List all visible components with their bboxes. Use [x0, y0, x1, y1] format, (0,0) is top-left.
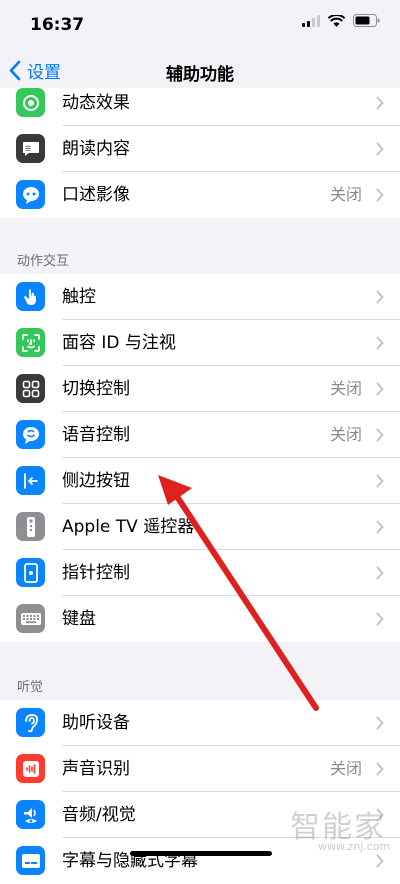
- chevron-right-icon: [376, 290, 384, 304]
- audio-visual-icon: [16, 800, 45, 829]
- audio-description-icon: [16, 180, 45, 209]
- row-pointer-control[interactable]: 指针控制: [0, 550, 400, 596]
- row-label: 口述影像: [62, 185, 130, 205]
- status-bar-overlay: 16:37: [0, 0, 400, 48]
- subtitles-icon: [16, 846, 45, 875]
- pointer-control-icon: [16, 558, 45, 587]
- side-button-icon: [16, 466, 45, 495]
- chevron-right-icon: [376, 142, 384, 156]
- row-label: 字幕与隐藏式字幕: [62, 851, 198, 871]
- row-label: 侧边按钮: [62, 471, 130, 491]
- row-keyboard[interactable]: 键盘: [0, 596, 400, 642]
- cellular-signal-icon: [302, 14, 320, 27]
- row-value: 关闭: [329, 759, 362, 778]
- chevron-right-icon: [376, 188, 384, 202]
- section-header-interaction: 动作交互: [17, 254, 70, 269]
- row-audio-description[interactable]: 口述影像 关闭: [0, 172, 400, 218]
- row-voice-control[interactable]: 语音控制 关闭: [0, 412, 400, 458]
- hand-touch-icon: [16, 282, 45, 311]
- row-label: 触控: [62, 287, 96, 307]
- row-apple-tv-remote[interactable]: Apple TV 遥控器: [0, 504, 400, 550]
- settings-group-general: 动态效果 ☰ 朗读内容 口述影像 关闭: [0, 80, 400, 218]
- battery-icon: [353, 14, 380, 27]
- face-id-icon: [16, 328, 45, 357]
- row-value: 关闭: [329, 379, 362, 398]
- row-label: 声音识别: [62, 759, 130, 779]
- chevron-right-icon: [376, 762, 384, 776]
- row-label: 指针控制: [62, 563, 130, 583]
- row-touch[interactable]: 触控: [0, 274, 400, 320]
- row-side-button[interactable]: 侧边按钮: [0, 458, 400, 504]
- row-sound-recognition[interactable]: 声音识别 关闭: [0, 746, 400, 792]
- navigation-bar-overlay: 设置 辅助功能: [0, 48, 400, 94]
- header-layer: 16:37 设置 辅助功能: [0, 0, 400, 94]
- row-value: 关闭: [329, 185, 362, 204]
- row-label: Apple TV 遥控器: [62, 517, 195, 537]
- settings-group-hearing: 助听设备 声音识别 关闭 音频/视觉 字幕与隐藏式字幕: [0, 700, 400, 884]
- row-label: 语音控制: [62, 425, 130, 445]
- ear-icon: [16, 708, 45, 737]
- sound-recognition-icon: [16, 754, 45, 783]
- settings-group-interaction: 触控 面容 ID 与注视 切换控制 关闭 语音控制 关闭 侧边按钮 Apple …: [0, 274, 400, 642]
- section-header-hearing: 听觉: [17, 680, 44, 695]
- chevron-right-icon: [376, 96, 384, 110]
- chevron-right-icon: [376, 474, 384, 488]
- svg-text:☰: ☰: [25, 145, 31, 153]
- wifi-icon: [328, 14, 345, 27]
- row-label: 切换控制: [62, 379, 130, 399]
- chevron-right-icon: [376, 716, 384, 730]
- row-switch-control[interactable]: 切换控制 关闭: [0, 366, 400, 412]
- switch-control-icon: [16, 374, 45, 403]
- chevron-right-icon: [376, 336, 384, 350]
- voice-control-icon: [16, 420, 45, 449]
- row-label: 助听设备: [62, 713, 130, 733]
- status-time: 16:37: [30, 15, 85, 35]
- remote-icon: [16, 512, 45, 541]
- chevron-right-icon: [376, 612, 384, 626]
- row-face-id[interactable]: 面容 ID 与注视: [0, 320, 400, 366]
- watermark-url: www.znj.com: [318, 840, 391, 853]
- row-value: 关闭: [329, 425, 362, 444]
- chevron-right-icon: [376, 520, 384, 534]
- row-label: 面容 ID 与注视: [62, 333, 176, 353]
- row-spoken-content[interactable]: ☰ 朗读内容: [0, 126, 400, 172]
- row-label: 键盘: [62, 609, 96, 629]
- chevron-right-icon: [376, 566, 384, 580]
- home-indicator: [130, 851, 272, 856]
- row-label: 朗读内容: [62, 139, 130, 159]
- keyboard-icon: [16, 604, 45, 633]
- chevron-right-icon: [376, 382, 384, 396]
- chevron-right-icon: [376, 428, 384, 442]
- speech-bubble-icon: ☰: [16, 134, 45, 163]
- row-hearing-devices[interactable]: 助听设备: [0, 700, 400, 746]
- row-label: 音频/视觉: [62, 805, 136, 825]
- status-icons: [302, 14, 380, 27]
- page-title: 辅助功能: [166, 65, 234, 85]
